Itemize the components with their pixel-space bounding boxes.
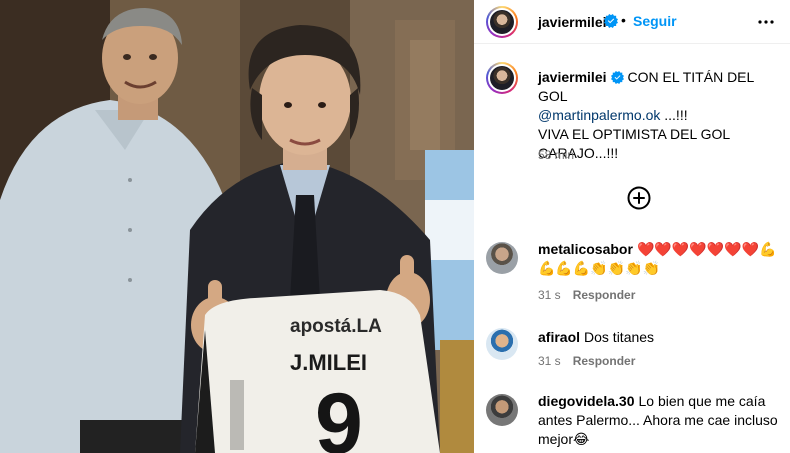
caption-timestamp[interactable]: 58 min (538, 148, 574, 162)
jersey-name: J.MILEI (290, 350, 367, 375)
comment-text: Dos titanes (584, 329, 655, 345)
post-header: javiermilei • Seguir (474, 0, 790, 44)
author-username[interactable]: javiermilei (538, 14, 607, 30)
jersey-number: 9 (315, 376, 363, 453)
follow-button[interactable]: Seguir (633, 13, 677, 29)
caption-line-3: VIVA EL OPTIMISTA DEL GOL (538, 126, 731, 142)
jersey-sponsor: apostá.LA (290, 316, 382, 337)
caption-line-2-suffix: ...!!! (660, 107, 688, 123)
comment-body: metalicosabor ❤️❤️❤️❤️❤️❤️❤️💪💪💪💪👏👏👏👏 (538, 240, 778, 278)
more-horizontal-icon[interactable] (754, 10, 778, 34)
reply-button[interactable]: Responder (573, 354, 636, 368)
verified-badge-icon (604, 14, 618, 28)
caption-avatar[interactable] (486, 62, 518, 94)
comment-timestamp[interactable]: 31 s (538, 288, 561, 302)
commenter-avatar[interactable] (486, 242, 518, 274)
plus-circle-icon[interactable] (627, 186, 651, 210)
commenter-avatar[interactable] (486, 328, 518, 360)
caption-mention-link[interactable]: @martinpalermo.ok (538, 107, 660, 123)
commenter-avatar[interactable] (486, 394, 518, 426)
post-photo-illustration: apostá.LA J.MILEI 9 (0, 0, 474, 453)
comment-body: afiraol Dos titanes (538, 328, 778, 347)
post-photo[interactable]: apostá.LA J.MILEI 9 (0, 0, 474, 453)
caption-username[interactable]: javiermilei (538, 69, 607, 85)
comment-username[interactable]: diegovidela.30 (538, 393, 634, 409)
comment-meta: 31 s Responder (538, 288, 647, 302)
verified-badge-icon (610, 71, 624, 84)
post-sidebar: javiermilei • Seguir javiermilei CON EL … (474, 0, 790, 453)
comment-username[interactable]: afiraol (538, 329, 580, 345)
comment-username[interactable]: metalicosabor (538, 241, 633, 257)
comment-timestamp[interactable]: 31 s (538, 354, 561, 368)
separator-dot: • (621, 12, 626, 28)
comment-body: diegovidela.30 Lo bien que me caía antes … (538, 392, 778, 449)
reply-button[interactable]: Responder (573, 288, 636, 302)
author-avatar[interactable] (486, 6, 518, 38)
comment-meta: 31 s Responder (538, 354, 647, 368)
